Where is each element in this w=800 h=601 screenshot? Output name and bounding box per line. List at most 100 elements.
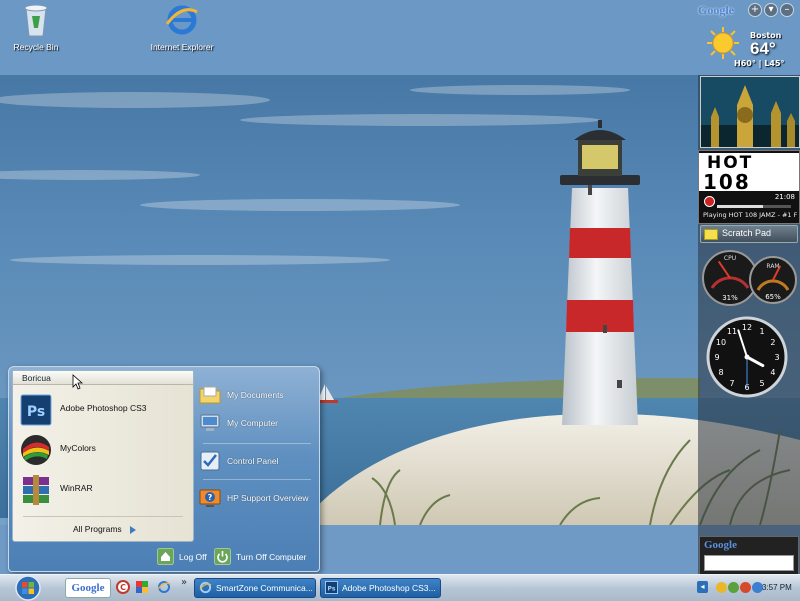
svg-text:Ps: Ps: [27, 404, 45, 420]
log-off-icon: [157, 548, 174, 565]
cpu-value: 31%: [722, 294, 738, 302]
radio-volume-bar[interactable]: [717, 205, 791, 208]
clock-numeral: 7: [729, 379, 734, 388]
radio-time: 21:08: [774, 193, 795, 201]
svg-text:C: C: [120, 583, 126, 592]
start-menu-item-label: Adobe Photoshop CS3: [60, 403, 147, 413]
clock-gadget[interactable]: 123456789101112: [706, 316, 788, 398]
clock-numeral: 9: [714, 353, 719, 362]
start-menu-item-photoshop[interactable]: Ps Adobe Photoshop CS3: [16, 391, 186, 429]
photoshop-icon: Ps: [20, 394, 52, 426]
quick-launch-picasa-icon[interactable]: [135, 580, 149, 594]
taskbar-clock[interactable]: 3:57 PM: [762, 583, 792, 592]
my-documents-label: My Documents: [227, 390, 284, 400]
arrow-right-icon: [129, 525, 136, 534]
radio-station-logo: HOT 108: [699, 153, 799, 194]
desktop-icon-internet-explorer[interactable]: Internet Explorer: [137, 2, 227, 52]
start-menu-footer: Log Off Turn Off Computer: [9, 543, 319, 571]
recycle-bin-label: Recycle Bin: [13, 42, 59, 52]
desktop-icon-recycle-bin[interactable]: Recycle Bin: [0, 2, 81, 52]
quick-launch-overflow-button[interactable]: »: [181, 577, 187, 588]
clock-numeral: 10: [716, 338, 726, 347]
scratch-pad-label: Scratch Pad: [722, 228, 772, 238]
start-button[interactable]: [13, 575, 43, 601]
clock-numeral: 5: [759, 379, 764, 388]
all-programs-label: All Programs: [73, 524, 122, 534]
start-menu-my-documents[interactable]: My Documents: [197, 383, 315, 409]
clock-numeral: 2: [770, 338, 775, 347]
quick-launch-c-icon[interactable]: C: [116, 580, 130, 594]
start-menu-item-winrar[interactable]: WinRAR: [16, 471, 186, 509]
all-programs-button[interactable]: All Programs: [73, 524, 136, 534]
sun-icon: [707, 27, 739, 59]
photoshop-icon: Ps: [325, 581, 338, 594]
tray-security-icon[interactable]: [728, 582, 739, 593]
start-menu-item-mycolors[interactable]: MyColors: [16, 431, 186, 469]
control-panel-label: Control Panel: [227, 456, 279, 466]
cpu-label: CPU: [724, 255, 736, 262]
google-toolbar-gadget: Google + ▾ –: [698, 2, 800, 20]
start-menu-right-divider: [203, 443, 311, 444]
start-menu-my-computer[interactable]: My Computer: [197, 411, 315, 437]
log-off-label: Log Off: [179, 552, 207, 562]
clock-numeral: 4: [770, 368, 775, 377]
internet-explorer-icon: [199, 581, 212, 594]
slideshow-image: [701, 77, 799, 147]
radio-volume-fill: [717, 205, 763, 208]
show-hidden-icons-button[interactable]: ◂: [697, 581, 708, 593]
power-icon: [214, 548, 231, 565]
start-menu-user-name: Boricua: [13, 371, 193, 385]
clock-numeral: 11: [727, 327, 737, 336]
svg-text:?: ?: [208, 493, 213, 502]
turn-off-label: Turn Off Computer: [236, 552, 307, 562]
taskbar-button-photoshop[interactable]: Ps Adobe Photoshop CS3...: [320, 578, 441, 598]
gadget-menu-button[interactable]: ▾: [764, 3, 778, 17]
add-gadget-button[interactable]: +: [748, 3, 762, 17]
tray-update-icon[interactable]: [740, 582, 751, 593]
radio-gadget[interactable]: HOT 108 21:08 Playing HOT 108 JAMZ - #1 …: [698, 150, 800, 224]
cpu-meter-gadget[interactable]: CPU RAM 31% 65%: [700, 248, 800, 310]
help-icon: ?: [199, 489, 221, 507]
quick-launch-internet-explorer-icon[interactable]: [157, 580, 171, 594]
mouse-cursor-icon: [72, 374, 84, 390]
start-menu-programs-pane: Boricua Ps Adobe Photoshop CS3 MyColors: [12, 370, 194, 542]
radio-logo-line2: 108: [703, 170, 751, 194]
ram-label: RAM: [766, 263, 779, 270]
google-logo: Google: [698, 3, 734, 17]
control-panel-icon: [200, 451, 220, 471]
mycolors-icon: [21, 435, 51, 465]
google-search-logo: Google: [704, 539, 737, 551]
weather-gadget[interactable]: Boston 64° H60° | L45°: [698, 24, 800, 74]
winrar-icon: [23, 475, 49, 505]
start-menu-hp-support[interactable]: ? HP Support Overview: [197, 486, 315, 512]
scratch-pad-gadget[interactable]: Scratch Pad: [700, 225, 798, 243]
system-tray: 3:57 PM: [714, 578, 800, 598]
clock-numeral: 1: [759, 327, 764, 336]
google-search-gadget: Google: [699, 536, 799, 576]
my-computer-label: My Computer: [227, 418, 279, 428]
clock-numeral: 8: [718, 368, 723, 377]
weather-temperature: 64°: [750, 39, 776, 58]
clock-numeral: 3: [774, 353, 779, 362]
svg-text:Ps: Ps: [328, 585, 336, 592]
quick-launch-google[interactable]: Google: [65, 578, 111, 598]
folder-icon: [199, 386, 221, 404]
start-menu-item-label: WinRAR: [60, 483, 93, 493]
slideshow-gadget[interactable]: [700, 76, 800, 148]
internet-explorer-icon: [165, 5, 198, 35]
radio-stop-button[interactable]: [704, 196, 715, 207]
hp-support-label: HP Support Overview: [227, 493, 309, 503]
minimize-sidebar-button[interactable]: –: [780, 3, 794, 17]
taskbar-button-smartzone[interactable]: SmartZone Communica...: [194, 578, 316, 598]
tray-network-icon[interactable]: [716, 582, 727, 593]
radio-now-playing: Playing HOT 108 JAMZ - #1 FC: [703, 211, 797, 219]
note-icon: [704, 229, 718, 240]
start-menu: Boricua Ps Adobe Photoshop CS3 MyColors: [8, 366, 320, 572]
start-menu-control-panel[interactable]: Control Panel: [197, 449, 315, 475]
start-menu-right-divider: [203, 479, 311, 480]
computer-icon: [200, 414, 220, 431]
taskbar: Google C » SmartZone Communica... Ps Ado…: [0, 574, 800, 601]
taskbar-button-label: SmartZone Communica...: [216, 583, 313, 593]
google-search-input[interactable]: [704, 555, 794, 571]
recycle-bin-icon: [24, 4, 48, 37]
